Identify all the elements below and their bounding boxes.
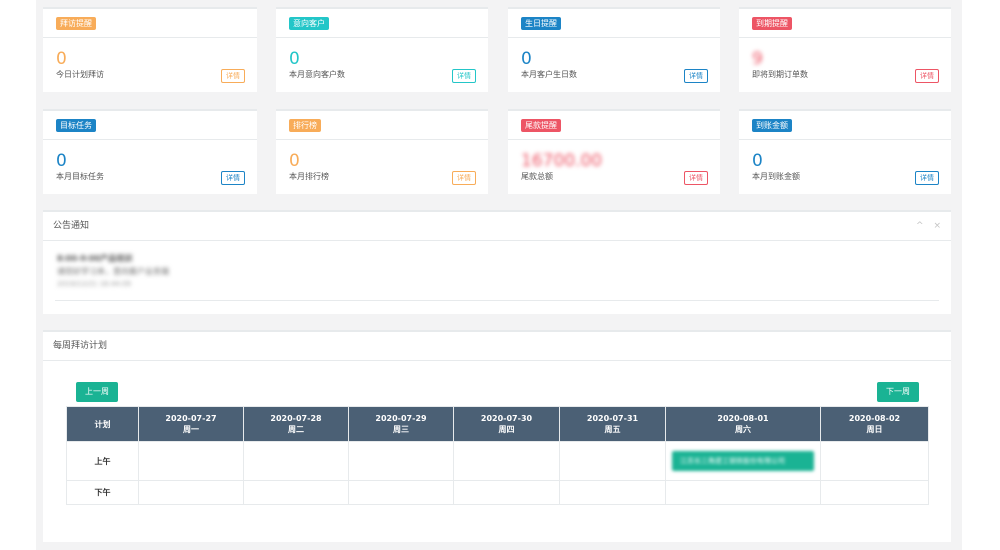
prev-week-button[interactable]: 上一周 <box>76 382 118 402</box>
day-weekday: 周四 <box>498 425 515 434</box>
close-icon[interactable]: × <box>933 221 941 231</box>
day-header: 2020-07-29 周三 <box>348 406 454 442</box>
intent-customer-value: 0 <box>289 49 300 69</box>
balance-reminder-badge: 尾款提醒 <box>521 119 561 132</box>
schedule-table: 计划 2020-07-27 周一 2020-07-28 周二 2020-07-29 周… <box>66 406 929 505</box>
schedule-cell[interactable] <box>243 480 349 505</box>
day-weekday: 周三 <box>393 425 409 434</box>
intent-customer-detail-button[interactable]: 详情 <box>452 69 476 83</box>
schedule-cell[interactable] <box>820 480 929 505</box>
visit-reminder-card: 拜访提醒 0 今日计划拜访 详情 <box>43 7 257 92</box>
expiry-reminder-detail-button[interactable]: 详情 <box>915 69 939 83</box>
schedule-cell[interactable] <box>665 480 821 505</box>
balance-reminder-card: 尾款提醒 16700.00 尾款总额 详情 <box>508 109 720 194</box>
schedule-title: 每周拜访计划 <box>53 341 108 351</box>
visit-reminder-value: 0 <box>56 49 67 69</box>
day-weekday: 周二 <box>288 425 304 434</box>
collapse-icon[interactable]: ^ <box>916 221 924 231</box>
schedule-row-am: 上午 江苏长三角建工钢铁股份有限公司 <box>66 441 929 481</box>
expiry-reminder-card: 到期提醒 9 即将到期订单数 详情 <box>739 7 951 92</box>
schedule-header-row: 计划 2020-07-27 周一 2020-07-28 周二 2020-07-29 周… <box>66 406 929 442</box>
day-date: 2020-07-27 <box>165 414 217 423</box>
schedule-cell[interactable] <box>243 441 349 481</box>
intent-customer-label: 本月意向客户数 <box>289 70 345 79</box>
schedule-cell[interactable] <box>453 480 560 505</box>
target-task-badge: 目标任务 <box>56 119 96 132</box>
row-label-am: 上午 <box>66 441 139 481</box>
day-header: 2020-07-27 周一 <box>138 406 244 442</box>
birthday-reminder-card: 生日提醒 0 本月客户生日数 详情 <box>508 7 720 92</box>
divider <box>55 300 939 301</box>
row-label-pm: 下午 <box>66 480 139 505</box>
schedule-cell[interactable] <box>820 441 929 481</box>
birthday-reminder-value: 0 <box>521 49 532 69</box>
schedule-cell[interactable] <box>453 441 560 481</box>
plan-header: 计划 <box>66 406 139 442</box>
day-date: 2020-08-01 <box>717 414 769 423</box>
notice-headline: 8:00-9:00产品培训 <box>57 254 133 263</box>
target-task-label: 本月目标任务 <box>56 172 104 181</box>
day-header: 2020-07-30 周四 <box>453 406 560 442</box>
balance-reminder-detail-button[interactable]: 详情 <box>684 171 708 185</box>
day-weekday: 周五 <box>604 425 621 434</box>
schedule-cell[interactable] <box>138 441 244 481</box>
ranking-value: 0 <box>289 151 300 171</box>
schedule-cell[interactable] <box>559 480 666 505</box>
day-weekday: 周六 <box>735 425 751 434</box>
schedule-cell[interactable] <box>559 441 666 481</box>
expiry-reminder-label: 即将到期订单数 <box>752 70 808 79</box>
schedule-cell[interactable] <box>348 480 454 505</box>
received-amount-card: 到账金额 0 本月到账金额 详情 <box>739 109 951 194</box>
next-week-button[interactable]: 下一周 <box>877 382 919 402</box>
birthday-reminder-label: 本月客户生日数 <box>521 70 577 79</box>
day-weekday: 周一 <box>183 425 199 434</box>
visit-reminder-detail-button[interactable]: 详情 <box>221 69 245 83</box>
balance-reminder-label: 尾款总额 <box>521 172 553 181</box>
notice-title: 公告通知 <box>53 221 90 231</box>
birthday-reminder-badge: 生日提醒 <box>521 17 561 30</box>
day-date: 2020-07-30 <box>480 414 533 423</box>
ranking-label: 本月排行榜 <box>289 172 329 181</box>
day-date: 2020-07-31 <box>586 414 639 423</box>
received-amount-label: 本月到账金额 <box>752 172 800 181</box>
visit-reminder-label: 今日计划拜访 <box>56 70 104 79</box>
notice-panel: 公告通知 ^ × 8:00-9:00产品培训 请您好学习本，意向客户业务端 20… <box>43 210 951 314</box>
ranking-card: 排行榜 0 本月排行榜 详情 <box>276 109 488 194</box>
notice-content: 8:00-9:00产品培训 请您好学习本，意向客户业务端 2019/12/21 … <box>57 252 169 291</box>
target-task-value: 0 <box>56 151 67 171</box>
intent-customer-card: 意向客户 0 本月意向客户数 详情 <box>276 7 488 92</box>
schedule-cell[interactable] <box>138 480 244 505</box>
visit-event[interactable]: 江苏长三角建工钢铁股份有限公司 <box>672 451 814 471</box>
visit-reminder-badge: 拜访提醒 <box>56 17 96 30</box>
schedule-cell[interactable] <box>348 441 454 481</box>
intent-customer-badge: 意向客户 <box>289 17 329 30</box>
day-header: 2020-07-28 周二 <box>243 406 349 442</box>
weekly-schedule-panel: 每周拜访计划 上一周 下一周 计划 2020-07-27 周一 2020-07-2… <box>43 330 951 542</box>
balance-reminder-value: 16700.00 <box>521 151 603 171</box>
expiry-reminder-badge: 到期提醒 <box>752 17 792 30</box>
schedule-row-pm: 下午 <box>66 480 929 505</box>
received-amount-detail-button[interactable]: 详情 <box>915 171 939 185</box>
ranking-badge: 排行榜 <box>289 119 321 132</box>
day-date: 2020-07-29 <box>375 414 427 423</box>
schedule-cell: 江苏长三角建工钢铁股份有限公司 <box>665 441 821 481</box>
ranking-detail-button[interactable]: 详情 <box>452 171 476 185</box>
notice-timestamp: 2019/12/21 16:44:09 <box>57 280 132 288</box>
received-amount-value: 0 <box>752 151 763 171</box>
notice-body: 请您好学习本，意向客户业务端 <box>57 267 169 276</box>
target-task-card: 目标任务 0 本月目标任务 详情 <box>43 109 257 194</box>
expiry-reminder-value: 9 <box>752 49 763 69</box>
day-date: 2020-08-02 <box>848 414 901 423</box>
target-task-detail-button[interactable]: 详情 <box>221 171 245 185</box>
day-header: 2020-08-01 周六 <box>665 406 821 442</box>
day-header: 2020-08-02 周日 <box>820 406 929 442</box>
day-date: 2020-07-28 <box>270 414 322 423</box>
day-header: 2020-07-31 周五 <box>559 406 666 442</box>
day-weekday: 周日 <box>866 425 883 434</box>
birthday-reminder-detail-button[interactable]: 详情 <box>684 69 708 83</box>
received-amount-badge: 到账金额 <box>752 119 792 132</box>
